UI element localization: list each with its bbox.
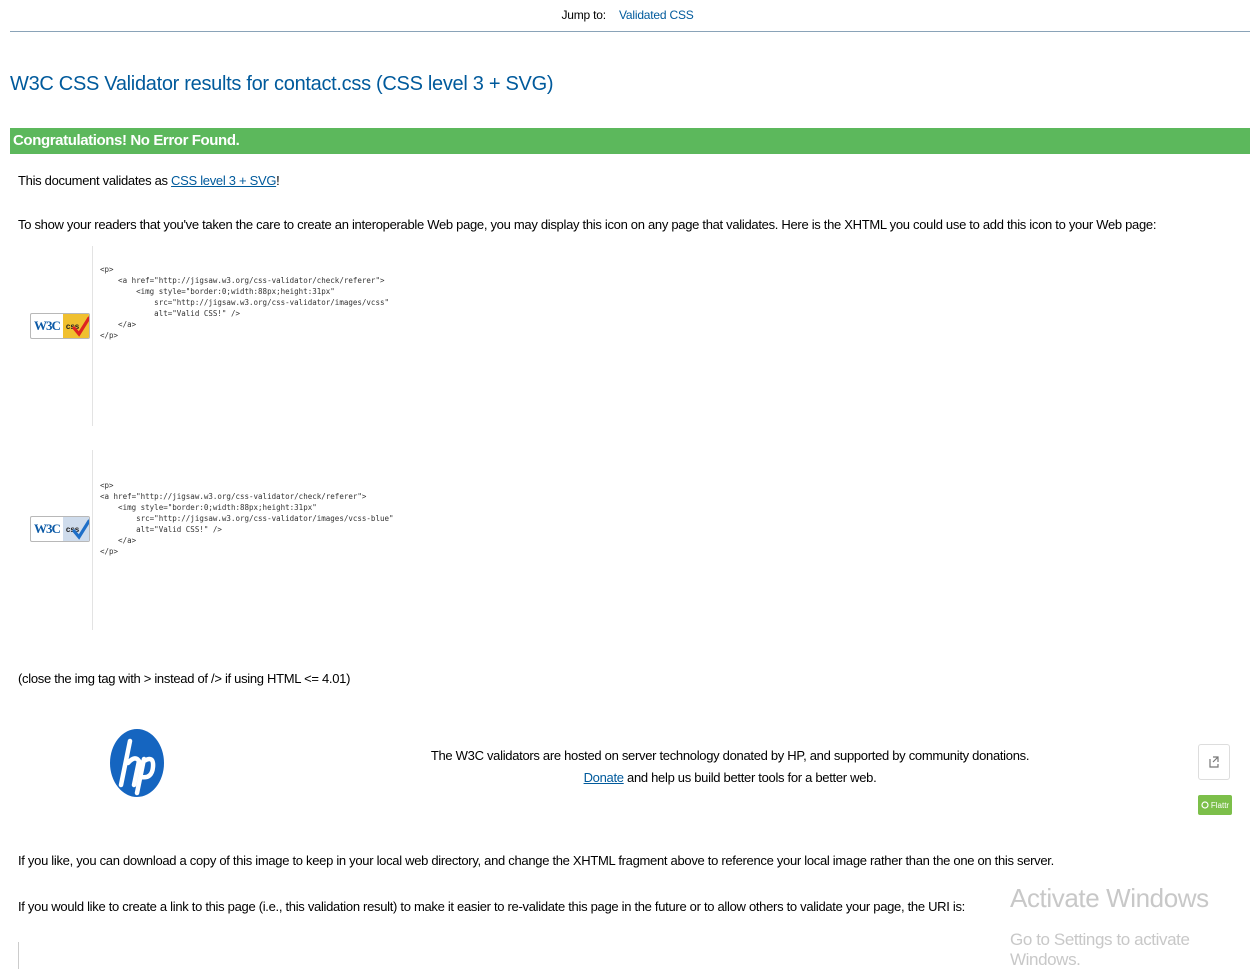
download-note: If you like, you can download a copy of … — [18, 853, 1054, 868]
icon-block-gold: W3C css <p> <a href="http://jigsaw.w3.or… — [20, 246, 820, 426]
header-divider — [10, 31, 1250, 32]
flattr-label: Flattr — [1210, 800, 1230, 810]
link-note: If you would like to create a link to th… — [18, 899, 965, 914]
activate-windows-title: Activate Windows — [1010, 883, 1209, 913]
checkmark-icon — [72, 519, 89, 540]
hosted-line-2-rest: and help us build better tools for a bet… — [623, 770, 877, 785]
intro-text: To show your readers that you've taken t… — [18, 217, 1157, 232]
hosted-info: The W3C validators are hosted on server … — [380, 745, 1080, 789]
close-tag-note: (close the img tag with > instead of /> … — [18, 671, 351, 686]
valid-css-badge-gold: W3C css — [30, 313, 90, 339]
share-icon — [1209, 756, 1219, 768]
page-title: W3C CSS Validator results for contact.cs… — [10, 73, 554, 95]
activate-windows-subtitle: Go to Settings to activate Windows. — [1010, 930, 1190, 969]
valid-css-badge-blue: W3C css — [30, 516, 90, 542]
icon-block-blue: W3C css <p> <a href="http://jigsaw.w3.or… — [20, 450, 820, 630]
code-snippet-gold: <p> <a href="http://jigsaw.w3.org/css-va… — [100, 265, 389, 340]
validates-suffix: ! — [276, 173, 280, 188]
flattr-icon — [1201, 801, 1209, 809]
badge-w3c-text: W3C — [34, 521, 61, 536]
hosted-line-2: Donate and help us build better tools fo… — [380, 767, 1080, 789]
share-button[interactable] — [1198, 744, 1230, 780]
success-banner: Congratulations! No Error Found. — [10, 128, 1250, 154]
hosted-line-1: The W3C validators are hosted on server … — [430, 748, 1030, 763]
code-snippet-blue: <p> <a href="http://jigsaw.w3.org/css-va… — [100, 481, 394, 556]
code-divider — [92, 246, 93, 426]
badge-w3c-text: W3C — [34, 318, 61, 333]
validates-prefix: This document validates as — [18, 173, 168, 188]
css-level-link[interactable]: CSS level 3 + SVG — [171, 173, 276, 188]
donate-link[interactable]: Donate — [584, 770, 624, 785]
hp-logo-icon — [110, 729, 164, 797]
uri-field-edge — [18, 942, 19, 969]
code-divider — [92, 450, 93, 630]
checkmark-icon — [72, 316, 89, 337]
validated-css-link[interactable]: Validated CSS — [619, 8, 694, 22]
validates-text: This document validates as CSS level 3 +… — [18, 173, 280, 188]
jump-nav: Jump to: Validated CSS — [0, 8, 1255, 22]
jump-label: Jump to: — [561, 8, 606, 22]
flattr-button[interactable]: Flattr — [1198, 795, 1232, 815]
